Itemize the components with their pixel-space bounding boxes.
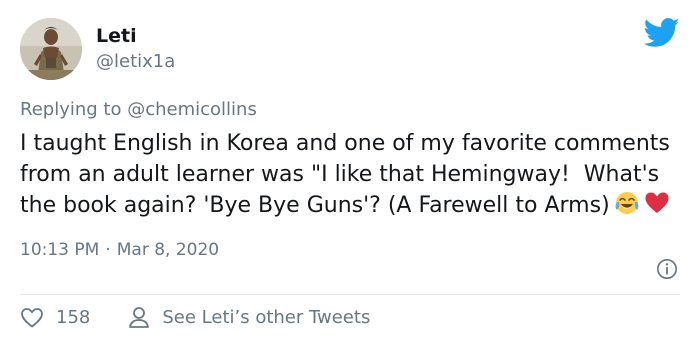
user-handle[interactable]: @letix1a bbox=[96, 50, 175, 74]
meta-separator: · bbox=[105, 240, 111, 260]
tweet-text-content: I taught English in Korea and one of my … bbox=[20, 131, 677, 218]
red-heart-icon bbox=[644, 190, 670, 225]
tweet-card: Leti @letix1a Replying to @chemicollins … bbox=[0, 0, 700, 346]
see-other-tweets-link[interactable]: See Leti’s other Tweets bbox=[128, 306, 370, 330]
user-info: Leti @letix1a bbox=[96, 24, 175, 74]
face-with-tears-of-joy-icon bbox=[614, 190, 640, 225]
like-button[interactable]: 158 bbox=[20, 306, 90, 330]
avatar-photo bbox=[20, 18, 82, 80]
display-name[interactable]: Leti bbox=[96, 24, 175, 48]
person-icon bbox=[129, 307, 150, 328]
tweet-actions: 158 See Leti’s other Tweets bbox=[20, 306, 370, 330]
tweet-date: Mar 8, 2020 bbox=[116, 240, 220, 260]
see-other-tweets-label: See Leti’s other Tweets bbox=[162, 307, 371, 328]
avatar[interactable] bbox=[20, 18, 82, 80]
twitter-bird-icon[interactable] bbox=[644, 18, 680, 48]
replying-to-line: Replying to @chemicollins bbox=[20, 98, 680, 122]
info-icon[interactable] bbox=[656, 258, 678, 280]
divider bbox=[20, 294, 680, 295]
like-count: 158 bbox=[56, 307, 91, 328]
heart-outline-icon bbox=[21, 308, 43, 328]
tweet-text: I taught English in Korea and one of my … bbox=[20, 128, 680, 225]
tweet-time: 10:13 PM bbox=[20, 240, 100, 260]
tweet-timestamp[interactable]: 10:13 PM · Mar 8, 2020 bbox=[20, 239, 680, 261]
replying-to-mention[interactable]: @chemicollins bbox=[127, 99, 257, 120]
tweet-header: Leti @letix1a bbox=[20, 14, 680, 84]
replying-prefix: Replying to bbox=[20, 99, 122, 120]
